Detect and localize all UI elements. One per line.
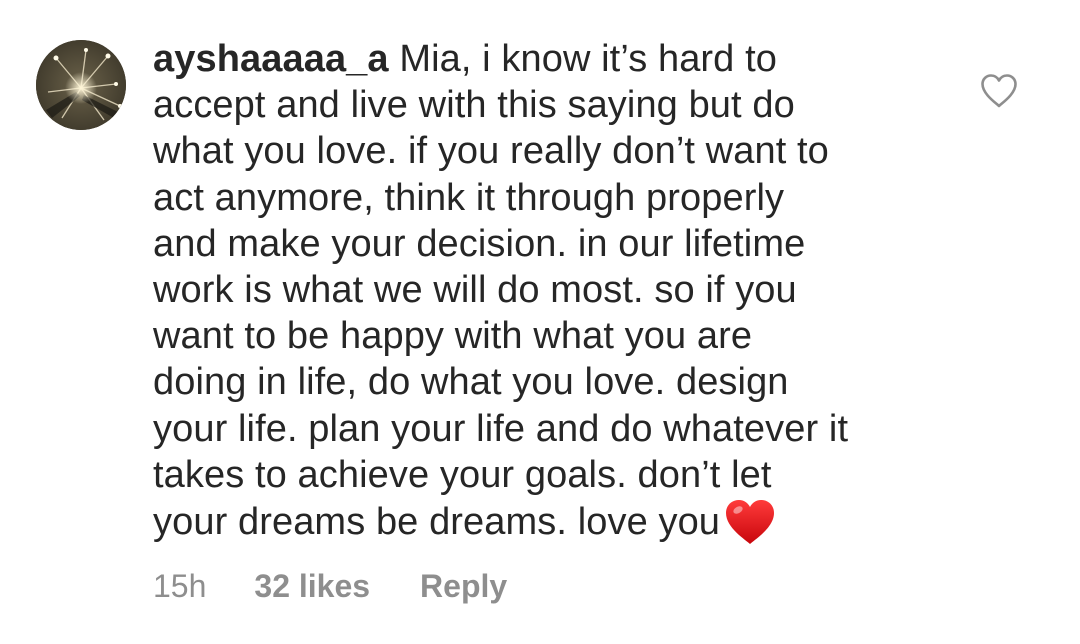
like-button[interactable] [980, 73, 1018, 109]
comment-username[interactable]: ayshaaaaa_a [153, 38, 389, 80]
heart-outline-icon [981, 74, 1017, 108]
reply-button[interactable]: Reply [420, 568, 507, 605]
comment-body: ayshaaaaa_a Mia, i know it’s hard to acc… [153, 36, 943, 546]
red-heart-emoji [726, 500, 775, 545]
likes-count[interactable]: 32 likes [254, 568, 370, 605]
comment-text: Mia, i know it’s hard to accept and live… [153, 38, 849, 544]
avatar[interactable] [36, 40, 126, 130]
comment-meta: 15h 32 likes Reply [153, 566, 507, 606]
profile-photo [36, 40, 126, 130]
comment-timestamp[interactable]: 15h [153, 568, 206, 605]
comment-item: ayshaaaaa_a Mia, i know it’s hard to acc… [0, 0, 1080, 644]
